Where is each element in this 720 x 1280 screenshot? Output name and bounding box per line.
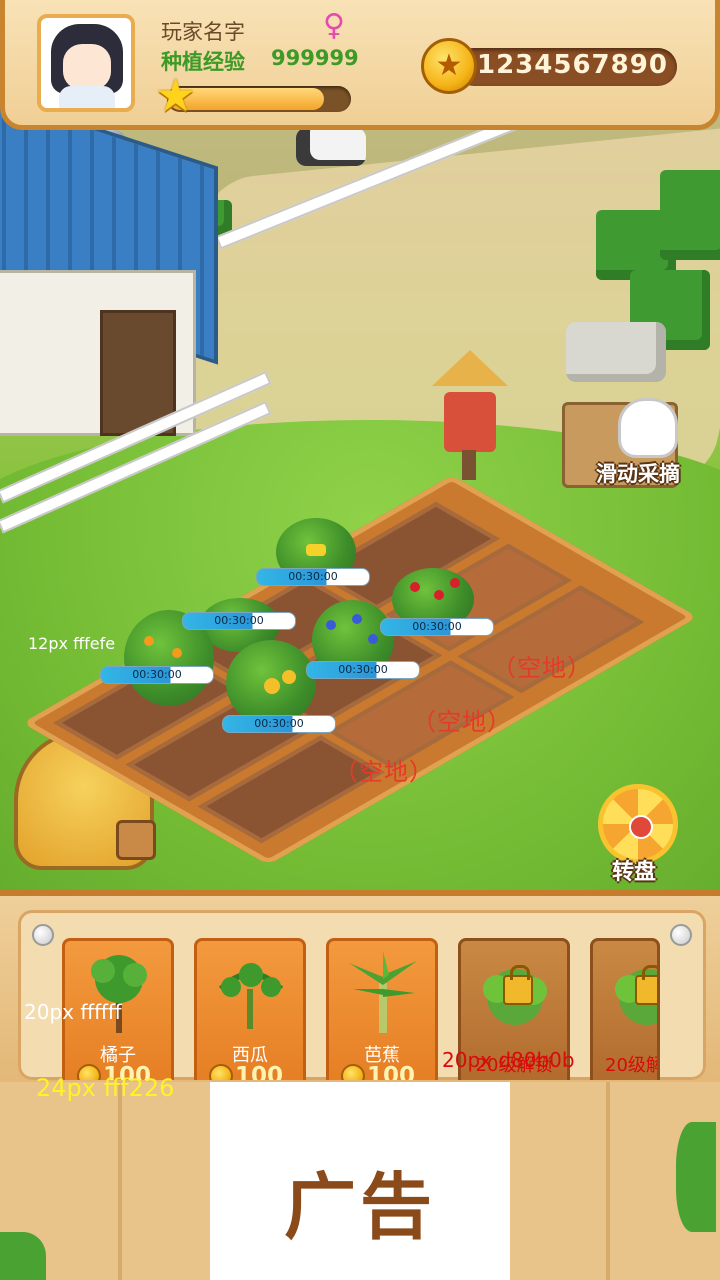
xp-value: 999999	[271, 46, 359, 70]
banana-fruit	[306, 544, 326, 556]
ad-banner[interactable]: 广告	[210, 1082, 510, 1280]
citrus-fruit	[282, 670, 296, 684]
prize-wheel-icon[interactable]	[598, 784, 678, 864]
crop-timer: 00:30:00	[182, 612, 296, 630]
coin-icon: ★	[421, 38, 477, 94]
blue-fruit	[368, 634, 378, 644]
corner-plant	[0, 1232, 46, 1280]
crop-timer: 00:30:00	[306, 661, 420, 679]
seed-price: 100	[235, 1063, 284, 1080]
seed-shop-panel[interactable]: 橘子 100 西瓜 100 芭蕉 100 20级解锁 20级解	[18, 910, 706, 1080]
watermelon-vine-icon	[211, 949, 291, 1033]
rocks	[566, 322, 666, 382]
price-debug-note: 24px fff226	[36, 1074, 175, 1102]
berry-fruit	[410, 582, 420, 592]
field-debug-note: 12px fffefe	[28, 634, 116, 653]
avatar-body	[59, 86, 115, 108]
tree-bush	[660, 170, 720, 260]
seed-name-debug-note: 20px ffffff	[24, 1000, 122, 1024]
corner-plant	[676, 1122, 716, 1232]
berry-fruit	[450, 578, 460, 588]
avatar[interactable]	[37, 14, 135, 112]
ad-label: 广告	[283, 1165, 436, 1249]
scarecrow-pole	[462, 450, 476, 480]
blue-fruit	[326, 620, 336, 630]
player-hud: 玩家名字 ♀ 种植经验 999999 ★ 1234567890 ★	[0, 0, 720, 130]
empty-plot-label: （空地）	[334, 758, 434, 786]
wheel-button[interactable]: 转盘	[612, 854, 656, 886]
star-icon: ★	[155, 68, 197, 122]
player-name: 玩家名字	[161, 20, 245, 44]
female-icon: ♀	[323, 8, 345, 43]
seed-shop: 橘子 100 西瓜 100 芭蕉 100 20级解锁 20级解	[0, 890, 720, 1096]
scarecrow-body	[444, 392, 496, 452]
seed-price: 100	[367, 1063, 416, 1080]
crop-timer: 00:30:00	[222, 715, 336, 733]
blue-fruit	[352, 614, 362, 624]
wheel-hub	[629, 815, 653, 839]
lock-icon	[503, 965, 533, 1005]
banana-tree-icon	[343, 949, 423, 1033]
bucket	[116, 820, 156, 860]
cow	[296, 128, 366, 166]
berry-fruit	[434, 590, 444, 600]
seed-card-watermelon[interactable]: 西瓜 100	[194, 938, 306, 1080]
unlock-level-label: 20级解	[605, 1055, 660, 1076]
citrus-fruit	[264, 678, 280, 694]
lock-icon	[635, 965, 657, 1005]
orange-fruit	[172, 648, 182, 658]
crop-timer: 00:30:00	[380, 618, 494, 636]
glove-hand-icon[interactable]	[618, 398, 678, 458]
crop-timer: 00:30:00	[256, 568, 370, 586]
empty-plot-label: （空地）	[492, 654, 592, 682]
seed-card-banana[interactable]: 芭蕉 100	[326, 938, 438, 1080]
lock-debug-note: 20px d80b0b	[442, 1048, 575, 1072]
empty-plot-label: （空地）	[412, 708, 512, 736]
seed-card-locked[interactable]: 20级解	[590, 938, 660, 1080]
citrus-crop[interactable]	[226, 640, 316, 726]
rivet	[32, 924, 54, 946]
orange-fruit	[144, 636, 154, 646]
avatar-face	[63, 44, 111, 90]
rivet	[670, 924, 692, 946]
swipe-harvest-button[interactable]: 滑动采摘	[596, 458, 680, 488]
coin-count: 1234567890	[477, 50, 668, 80]
crop-timer: 00:30:00	[100, 666, 214, 684]
